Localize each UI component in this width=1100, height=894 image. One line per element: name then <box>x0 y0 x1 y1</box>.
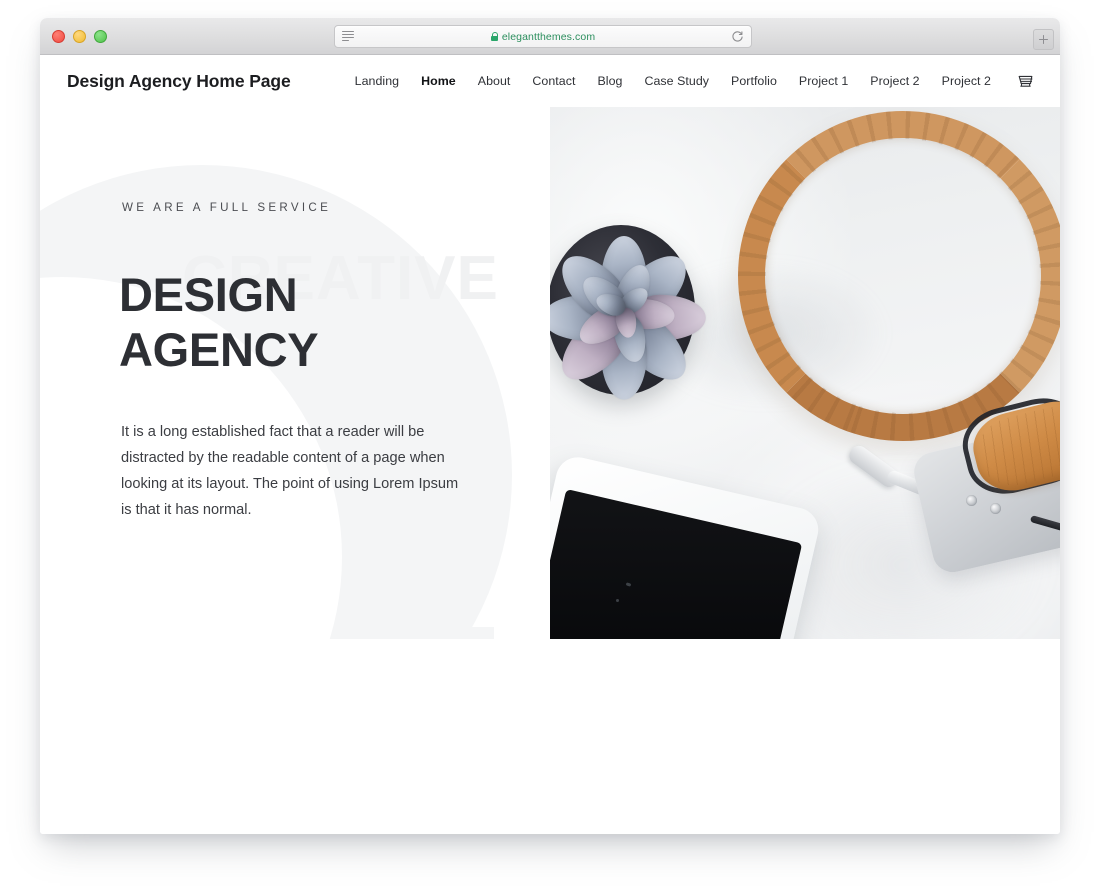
nav-item-contact[interactable]: Contact <box>532 74 575 88</box>
window-traffic-lights <box>52 30 107 43</box>
headphones-screw <box>966 495 977 506</box>
main-navigation: Landing Home About Contact Blog Case Stu… <box>355 73 1034 89</box>
address-bar[interactable]: elegantthemes.com <box>334 25 752 48</box>
nav-item-home[interactable]: Home <box>421 74 456 88</box>
nav-item-landing[interactable]: Landing <box>355 74 399 88</box>
succulent-plant <box>550 207 706 400</box>
nav-item-case-study[interactable]: Case Study <box>644 74 709 88</box>
window-maximize-button[interactable] <box>94 30 107 43</box>
reload-icon[interactable] <box>731 30 744 43</box>
site-logo[interactable]: Design Agency Home Page <box>67 71 291 92</box>
hero-paragraph: It is a long established fact that a rea… <box>121 423 459 518</box>
headphones-screw <box>990 503 1001 514</box>
page-viewport: Design Agency Home Page Landing Home Abo… <box>40 55 1060 834</box>
address-bar-url: elegantthemes.com <box>501 30 596 43</box>
hero-headline: DESIGN AGENCY <box>119 268 319 376</box>
new-tab-button[interactable] <box>1033 29 1054 50</box>
address-bar-content: elegantthemes.com <box>335 31 751 43</box>
lock-icon <box>490 32 499 41</box>
site-header: Design Agency Home Page Landing Home Abo… <box>40 55 1060 107</box>
nav-item-project-2-duplicate[interactable]: Project 2 <box>942 74 991 88</box>
nav-item-portfolio[interactable]: Portfolio <box>731 74 777 88</box>
nav-item-project-2[interactable]: Project 2 <box>870 74 919 88</box>
hero-eyebrow: WE ARE A FULL SERVICE <box>122 201 332 214</box>
browser-titlebar: elegantthemes.com <box>40 18 1060 55</box>
surface-speck <box>616 599 619 602</box>
headphones-headband <box>738 111 1060 441</box>
nav-item-blog[interactable]: Blog <box>597 74 622 88</box>
reader-view-icon[interactable] <box>342 31 354 42</box>
nav-item-project-1[interactable]: Project 1 <box>799 74 848 88</box>
nav-item-about[interactable]: About <box>478 74 511 88</box>
hero-copy: WE ARE A FULL SERVICE DESIGN AGENCY It i… <box>40 107 521 524</box>
browser-window: elegantthemes.com Design Agency Home Pag… <box>40 18 1060 834</box>
window-minimize-button[interactable] <box>73 30 86 43</box>
hero-section: CREATIVE WE ARE A FULL SERVICE DESIGN AG… <box>40 107 1060 737</box>
shopping-cart-icon[interactable] <box>1017 73 1034 89</box>
page-bottom-band <box>40 639 1060 737</box>
window-close-button[interactable] <box>52 30 65 43</box>
